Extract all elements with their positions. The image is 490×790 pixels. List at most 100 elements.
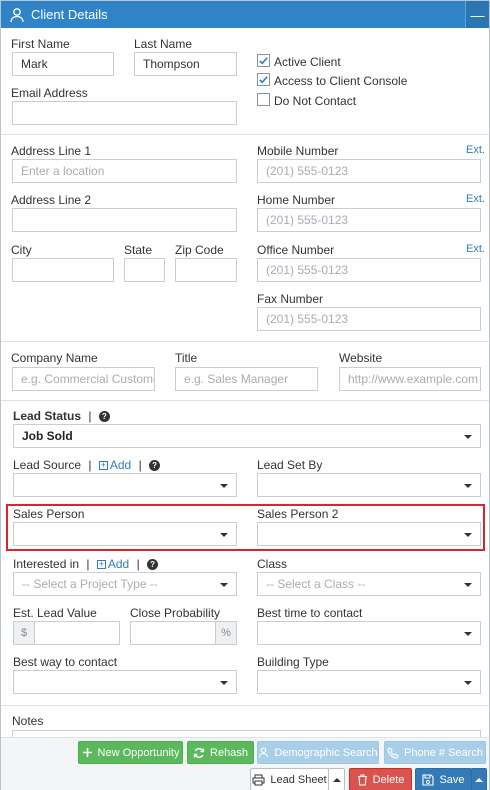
address1-label: Address Line 1 — [11, 144, 92, 158]
add-text: Add — [107, 557, 130, 571]
project-type-select[interactable]: -- Select a Project Type -- — [13, 572, 237, 596]
caret-down-icon — [464, 533, 472, 537]
caret-down-icon — [220, 681, 228, 685]
lead-set-by-select[interactable] — [257, 473, 481, 497]
lead-sheet-dropdown-button[interactable] — [328, 768, 345, 790]
email-input[interactable] — [12, 101, 237, 125]
user-icon — [258, 747, 269, 758]
save-button[interactable]: Save — [415, 768, 472, 790]
best-time-label: Best time to contact — [257, 606, 363, 620]
lead-status-select[interactable]: Job Sold — [13, 424, 481, 448]
lead-status-text: Lead Status — [13, 409, 82, 423]
caret-up-icon — [475, 777, 483, 782]
trash-icon — [357, 773, 368, 786]
phone-icon — [387, 746, 399, 759]
lead-source-select[interactable] — [13, 473, 237, 497]
best-way-label: Best way to contact — [13, 655, 118, 669]
sales-person-select[interactable] — [13, 522, 237, 546]
city-label: City — [11, 243, 32, 257]
state-label: State — [124, 243, 153, 257]
caret-down-icon — [464, 484, 472, 488]
website-input[interactable]: http://www.example.com — [339, 367, 481, 391]
est-value-input[interactable] — [34, 621, 120, 645]
active-client-checkbox[interactable] — [257, 54, 270, 67]
zip-input[interactable] — [175, 258, 237, 282]
demographic-search-button[interactable]: Demographic Search — [257, 741, 379, 764]
email-label: Email Address — [11, 86, 88, 100]
delete-button[interactable]: Delete — [349, 768, 412, 790]
save-dropdown-button[interactable] — [471, 768, 487, 790]
close-probability-input[interactable] — [130, 621, 216, 645]
address1-input[interactable]: Enter a location — [12, 159, 237, 183]
title-label: Title — [175, 351, 198, 365]
percent-addon: % — [215, 621, 237, 645]
help-icon[interactable]: ? — [98, 411, 110, 423]
refresh-icon — [193, 747, 205, 759]
new-opportunity-button[interactable]: New Opportunity — [78, 741, 183, 764]
home-ext-link[interactable]: Ext. — [466, 193, 485, 205]
last-name-input[interactable]: Thompson — [134, 52, 237, 76]
help-icon[interactable]: ? — [147, 559, 159, 571]
class-placeholder: -- Select a Class -- — [266, 577, 366, 591]
best-way-select[interactable] — [13, 670, 237, 694]
sales-person2-select[interactable] — [257, 522, 481, 546]
caret-down-icon — [464, 435, 472, 439]
user-icon — [10, 7, 24, 22]
mobile-input[interactable]: (201) 555-0123 — [257, 159, 481, 183]
section-divider — [1, 400, 489, 401]
lead-source-text: Lead Source — [13, 458, 82, 472]
lead-status-label: Lead Status | ? — [13, 409, 110, 423]
title-input[interactable]: e.g. Sales Manager — [175, 367, 318, 391]
first-name-label: First Name — [11, 37, 70, 51]
footer-bar: New Opportunity Rehash Demographic Searc… — [1, 737, 489, 790]
home-input[interactable]: (201) 555-0123 — [257, 208, 481, 232]
minus-icon[interactable]: — — [465, 1, 489, 28]
caret-down-icon — [464, 681, 472, 685]
help-icon[interactable]: ? — [149, 460, 161, 472]
best-time-select[interactable] — [257, 621, 481, 645]
office-ext-link[interactable]: Ext. — [466, 243, 485, 255]
project-type-placeholder: -- Select a Project Type -- — [22, 577, 158, 591]
sales-person2-label: Sales Person 2 — [257, 507, 339, 521]
printer-icon — [252, 774, 265, 786]
lead-status-value: Job Sold — [22, 429, 73, 443]
dollar-addon: $ — [13, 621, 35, 645]
section-divider — [1, 705, 489, 706]
section-divider — [1, 341, 489, 342]
first-name-input[interactable]: Mark — [12, 52, 114, 76]
save-label: Save — [439, 773, 465, 786]
mobile-ext-link[interactable]: Ext. — [466, 144, 485, 156]
interested-in-label: Interested in | + Add | ? — [13, 557, 159, 571]
caret-down-icon — [464, 583, 472, 587]
class-select[interactable]: -- Select a Class -- — [257, 572, 481, 596]
active-client-label: Active Client — [274, 55, 341, 69]
address2-input[interactable] — [12, 208, 237, 232]
est-value-label: Est. Lead Value — [13, 606, 97, 620]
add-project-type-link[interactable]: + Add — [96, 557, 130, 571]
building-type-select[interactable] — [257, 670, 481, 694]
company-input[interactable]: e.g. Commercial Customer, M — [12, 367, 155, 391]
add-lead-source-link[interactable]: + Add — [98, 458, 131, 472]
plus-icon — [82, 747, 93, 758]
close-probability-label: Close Probability — [130, 606, 221, 620]
caret-down-icon — [220, 533, 228, 537]
office-input[interactable]: (201) 555-0123 — [257, 258, 481, 282]
plus-icon: + — [96, 559, 106, 570]
client-console-checkbox[interactable] — [257, 73, 270, 86]
do-not-contact-checkbox[interactable] — [257, 93, 270, 106]
phone-search-button[interactable]: Phone # Search — [384, 741, 486, 764]
state-input[interactable] — [124, 258, 165, 282]
city-input[interactable] — [12, 258, 114, 282]
last-name-label: Last Name — [134, 37, 193, 51]
caret-down-icon — [464, 632, 472, 636]
fax-input[interactable]: (201) 555-0123 — [257, 307, 481, 331]
notes-label: Notes — [12, 714, 44, 728]
save-icon — [422, 773, 435, 786]
do-not-contact-label: Do Not Contact — [274, 94, 357, 108]
new-opportunity-label: New Opportunity — [97, 746, 180, 759]
mobile-label: Mobile Number — [257, 144, 339, 158]
lead-sheet-button[interactable]: Lead Sheet — [250, 768, 329, 790]
rehash-button[interactable]: Rehash — [187, 741, 254, 764]
company-label: Company Name — [11, 351, 98, 365]
client-details-window: Client Details — First Name Mark Last Na… — [0, 0, 490, 790]
